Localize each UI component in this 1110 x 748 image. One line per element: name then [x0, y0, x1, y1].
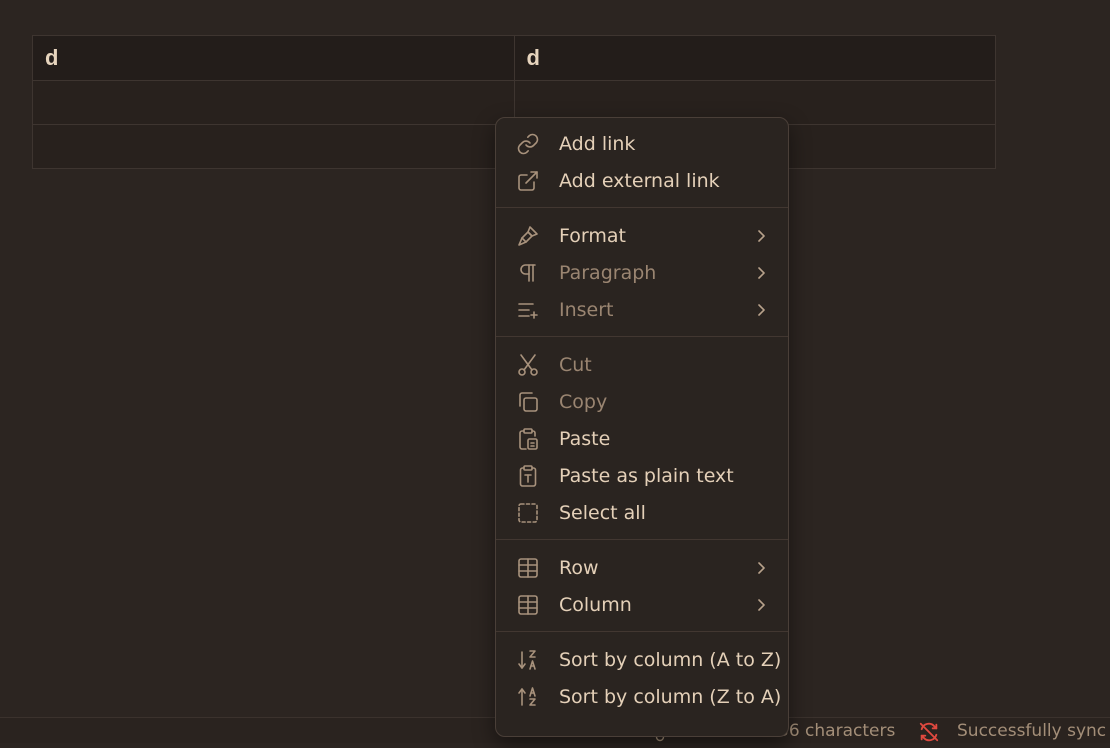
menu-item-label: Sort by column (A to Z) — [559, 648, 782, 671]
menu-item-label: Add external link — [559, 169, 720, 192]
chevron-right-icon — [753, 228, 769, 244]
dashed-square-icon — [516, 501, 540, 525]
menu-group-sort: Sort by column (A to Z) Sort by column (… — [496, 641, 788, 715]
menu-item-sort-asc[interactable]: Sort by column (A to Z) — [503, 641, 781, 678]
menu-item-add-external-link[interactable]: Add external link — [503, 162, 781, 199]
menu-item-label: Copy — [559, 390, 608, 413]
chevron-right-icon — [753, 560, 769, 576]
table-cell[interactable] — [32, 80, 515, 125]
menu-item-paste[interactable]: Paste — [503, 420, 781, 457]
menu-item-select-all[interactable]: Select all — [503, 494, 781, 531]
sort-ascending-icon — [516, 648, 540, 672]
table-icon — [516, 556, 540, 580]
menu-item-label: Column — [559, 593, 632, 616]
menu-item-paragraph[interactable]: Paragraph — [503, 254, 781, 291]
menu-item-sort-desc[interactable]: Sort by column (Z to A) — [503, 678, 781, 715]
character-count: 36 characters — [778, 721, 896, 741]
menu-item-label: Insert — [559, 298, 614, 321]
menu-separator — [496, 539, 788, 540]
scissors-icon — [516, 353, 540, 377]
table-header-cell[interactable]: d — [32, 35, 515, 81]
list-plus-icon — [516, 298, 540, 322]
menu-item-label: Select all — [559, 501, 646, 524]
sort-descending-icon — [516, 685, 540, 709]
menu-item-label: Sort by column (Z to A) — [559, 685, 782, 708]
table-header-cell[interactable]: d — [513, 35, 996, 81]
menu-item-label: Paste — [559, 427, 611, 450]
table-icon — [516, 593, 540, 617]
menu-item-label: Row — [559, 556, 599, 579]
menu-item-add-link[interactable]: Add link — [503, 125, 781, 162]
menu-item-column[interactable]: Column — [503, 586, 781, 623]
chevron-right-icon — [753, 302, 769, 318]
paintbrush-icon — [516, 224, 540, 248]
external-link-icon — [516, 169, 540, 193]
menu-item-label: Cut — [559, 353, 592, 376]
menu-group-table: Row Column — [496, 549, 788, 623]
menu-separator — [496, 631, 788, 632]
menu-item-format[interactable]: Format — [503, 217, 781, 254]
table-header-row: d d — [32, 35, 996, 81]
clipboard-type-icon — [516, 464, 540, 488]
chevron-right-icon — [753, 265, 769, 281]
clipboard-paste-icon — [516, 427, 540, 451]
menu-item-row[interactable]: Row — [503, 549, 781, 586]
menu-item-label: Paste as plain text — [559, 464, 734, 487]
copy-icon — [516, 390, 540, 414]
menu-separator — [496, 207, 788, 208]
menu-separator — [496, 336, 788, 337]
menu-item-label: Format — [559, 224, 626, 247]
menu-group-clipboard: Cut Copy Paste Paste as plain text Selec… — [496, 346, 788, 531]
context-menu: Add link Add external link Format Paragr… — [495, 117, 789, 737]
menu-item-cut[interactable]: Cut — [503, 346, 781, 383]
link-icon — [516, 132, 540, 156]
table-cell[interactable] — [32, 124, 515, 169]
menu-group-links: Add link Add external link — [496, 125, 788, 199]
sync-status[interactable]: Successfully sync — [957, 718, 1106, 744]
sync-error-icon[interactable] — [918, 721, 940, 743]
menu-item-copy[interactable]: Copy — [503, 383, 781, 420]
pilcrow-icon — [516, 261, 540, 285]
chevron-right-icon — [753, 597, 769, 613]
menu-item-insert[interactable]: Insert — [503, 291, 781, 328]
menu-item-label: Add link — [559, 132, 636, 155]
menu-item-paste-plain-text[interactable]: Paste as plain text — [503, 457, 781, 494]
menu-group-text: Format Paragraph Insert — [496, 217, 788, 328]
menu-item-label: Paragraph — [559, 261, 657, 284]
